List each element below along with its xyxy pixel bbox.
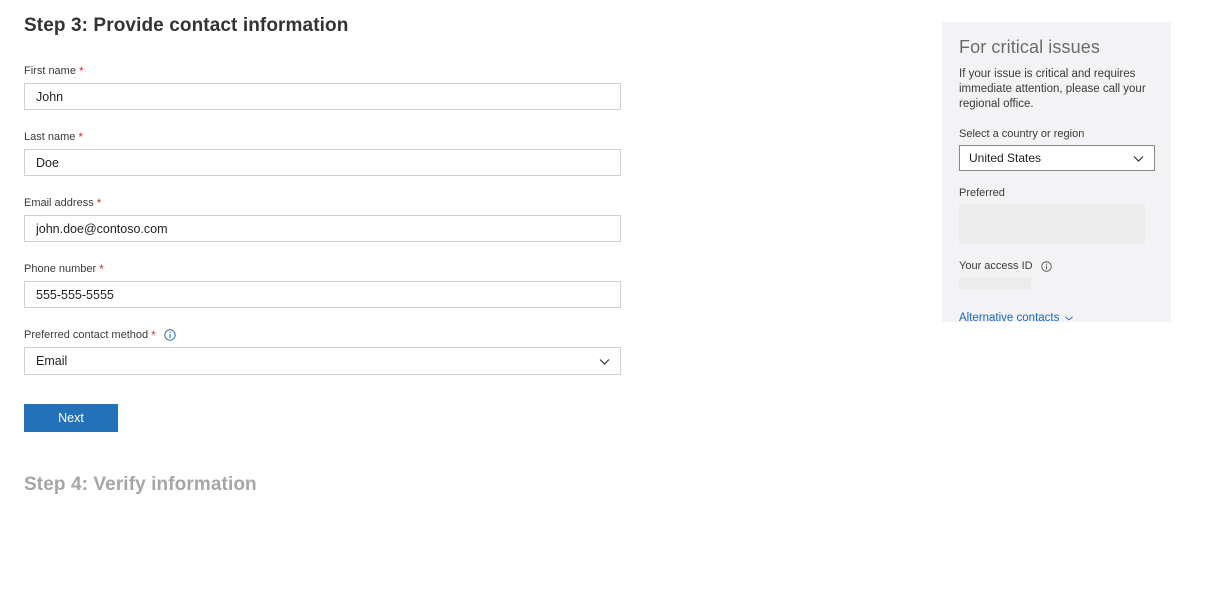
preferred-label: Preferred bbox=[959, 187, 1154, 199]
next-button[interactable]: Next bbox=[24, 404, 118, 432]
first-name-label-text: First name bbox=[24, 65, 76, 77]
preferred-contact-method-label: Preferred contact method * bbox=[24, 328, 644, 342]
info-circle-icon[interactable] bbox=[164, 329, 176, 341]
country-select-wrap: United States bbox=[959, 145, 1155, 171]
country-select-label-text: Select a country or region bbox=[959, 128, 1085, 140]
next-step-title: Step 4: Verify information bbox=[24, 474, 257, 495]
preferred-contact-method-label-text: Preferred contact method bbox=[24, 329, 149, 341]
field-group-email-address: Email address * bbox=[24, 196, 644, 242]
phone-number-label: Phone number * bbox=[24, 262, 644, 276]
field-group-preferred-contact-method: Preferred contact method * Email bbox=[24, 328, 644, 375]
first-name-label: First name * bbox=[24, 64, 644, 78]
required-asterisk: * bbox=[151, 328, 156, 342]
required-asterisk: * bbox=[78, 64, 84, 78]
preferred-content-placeholder bbox=[959, 204, 1145, 244]
access-id-placeholder bbox=[959, 277, 1031, 289]
field-group-last-name: Last name * bbox=[24, 130, 644, 176]
first-name-input[interactable] bbox=[24, 83, 621, 110]
last-name-input[interactable] bbox=[24, 149, 621, 176]
email-address-label-text: Email address bbox=[24, 197, 94, 209]
panel-title: For critical issues bbox=[959, 37, 1100, 57]
access-id-label-text: Your access ID bbox=[959, 260, 1033, 272]
required-asterisk: * bbox=[78, 130, 84, 144]
required-asterisk: * bbox=[96, 196, 102, 210]
access-id-label: Your access ID bbox=[959, 260, 1154, 272]
alternative-contacts-link[interactable]: Alternative contacts bbox=[959, 312, 1074, 324]
country-select-label: Select a country or region bbox=[959, 128, 1154, 140]
preferred-label-text: Preferred bbox=[959, 187, 1005, 199]
last-name-label-text: Last name bbox=[24, 131, 76, 143]
info-circle-icon[interactable] bbox=[1041, 260, 1053, 272]
country-select[interactable]: United States bbox=[959, 145, 1155, 171]
preferred-contact-method-select-wrap: Email bbox=[24, 347, 621, 375]
phone-number-label-text: Phone number bbox=[24, 263, 97, 275]
field-group-phone-number: Phone number * bbox=[24, 262, 644, 308]
page-title: Step 3: Provide contact information bbox=[24, 15, 349, 36]
panel-description: If your issue is critical and requires i… bbox=[959, 68, 1146, 110]
critical-issues-panel: For critical issues If your issue is cri… bbox=[942, 22, 1171, 324]
last-name-label: Last name * bbox=[24, 130, 644, 144]
required-asterisk: * bbox=[99, 262, 104, 276]
alternative-contacts-label: Alternative contacts bbox=[959, 312, 1060, 324]
email-address-label: Email address * bbox=[24, 196, 644, 210]
email-address-input[interactable] bbox=[24, 215, 621, 242]
contact-form-column: Step 3: Provide contact information Firs… bbox=[24, 0, 644, 496]
preferred-contact-method-select[interactable]: Email bbox=[24, 347, 621, 375]
chevron-down-icon bbox=[1064, 313, 1074, 323]
field-group-first-name: First name * bbox=[24, 64, 644, 110]
phone-number-input[interactable] bbox=[24, 281, 621, 308]
